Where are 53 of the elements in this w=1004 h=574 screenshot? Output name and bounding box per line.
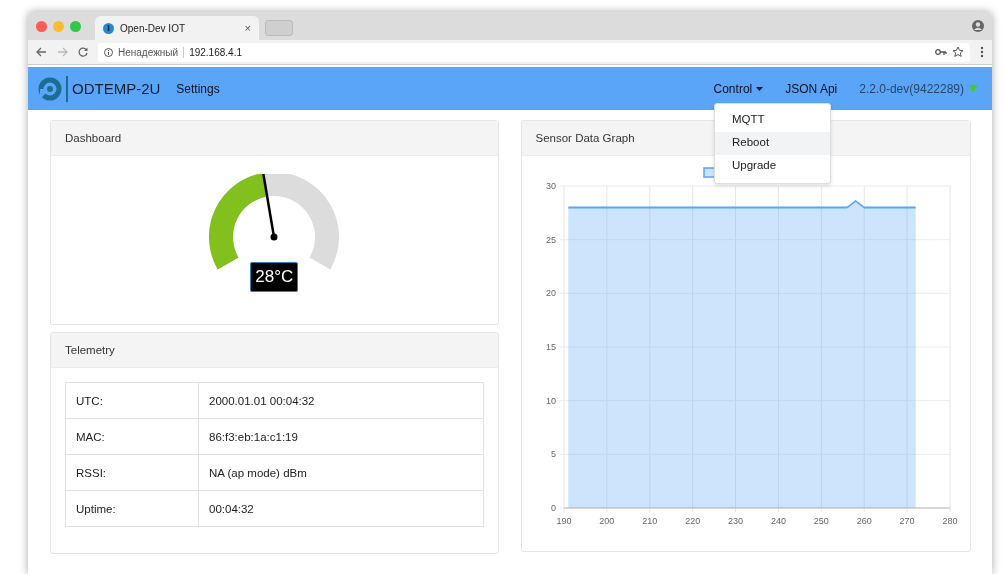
x-tick-label: 280: [942, 516, 957, 526]
address-field[interactable]: Ненадежный 192.168.4.1: [98, 42, 970, 62]
card-title: Sensor Data Graph: [535, 132, 635, 144]
table-cell: UTC:: [65, 382, 199, 419]
y-tick-label: 30: [545, 181, 556, 191]
control-menu[interactable]: Control: [713, 81, 764, 96]
version-label: 2.2.0-dev(9422289): [859, 81, 964, 96]
brand-title[interactable]: ODTEMP-2U: [72, 80, 161, 97]
x-tick-label: 230: [727, 516, 743, 526]
back-icon[interactable]: [36, 47, 47, 57]
reload-icon[interactable]: [78, 47, 88, 57]
star-icon[interactable]: [952, 46, 964, 58]
close-window-button[interactable]: [36, 20, 47, 32]
x-tick-label: 210: [641, 516, 657, 526]
card-title: Dashboard: [65, 132, 122, 144]
y-tick-label: 20: [545, 288, 556, 299]
menu-item[interactable]: MQTT: [715, 109, 830, 132]
menu-item[interactable]: Reboot: [715, 132, 830, 155]
caret-icon: [756, 86, 764, 91]
table-cell: 2000.01.01 00:04:32: [198, 382, 483, 419]
key-icon[interactable]: [935, 48, 947, 56]
y-tick-label: 10: [545, 395, 556, 406]
browser-tab[interactable]: Open-Dev IOT ×: [95, 16, 259, 40]
menu-item[interactable]: Upgrade: [715, 155, 830, 178]
y-tick-label: 15: [545, 342, 556, 352]
y-tick-label: 0: [550, 503, 556, 513]
status-indicator: [968, 85, 978, 92]
info-icon[interactable]: [104, 47, 113, 57]
nav-link[interactable]: JSON Api: [785, 81, 838, 96]
table-cell: RSSI:: [65, 454, 199, 491]
table-cell: MAC:: [65, 418, 199, 455]
gauge-needle: [262, 174, 278, 241]
nav-link[interactable]: Settings: [176, 81, 220, 96]
temperature-reading: 28°C: [250, 262, 299, 292]
x-tick-label: 270: [899, 516, 915, 526]
table-cell: 00:04:32: [198, 490, 483, 527]
x-tick-label: 190: [556, 516, 571, 526]
x-tick-label: 250: [813, 516, 829, 526]
favicon-icon: [103, 22, 114, 34]
x-tick-label: 200: [598, 516, 614, 526]
table-cell: Uptime:: [65, 490, 199, 527]
x-tick-label: 220: [684, 516, 700, 526]
y-tick-label: 5: [550, 449, 556, 460]
menu-icon[interactable]: [980, 46, 984, 58]
table-cell: 86:f3:eb:1a:c1:19: [198, 418, 483, 455]
y-tick-label: 25: [545, 234, 556, 245]
x-tick-label: 260: [856, 516, 872, 526]
profile-icon[interactable]: [972, 20, 984, 32]
x-tick-label: 240: [770, 516, 786, 526]
card-title: Telemetry: [65, 344, 115, 356]
logo-icon: [38, 76, 62, 101]
table-cell: NA (ap mode) dBm: [198, 454, 483, 491]
tab-close-button[interactable]: ×: [244, 22, 251, 34]
